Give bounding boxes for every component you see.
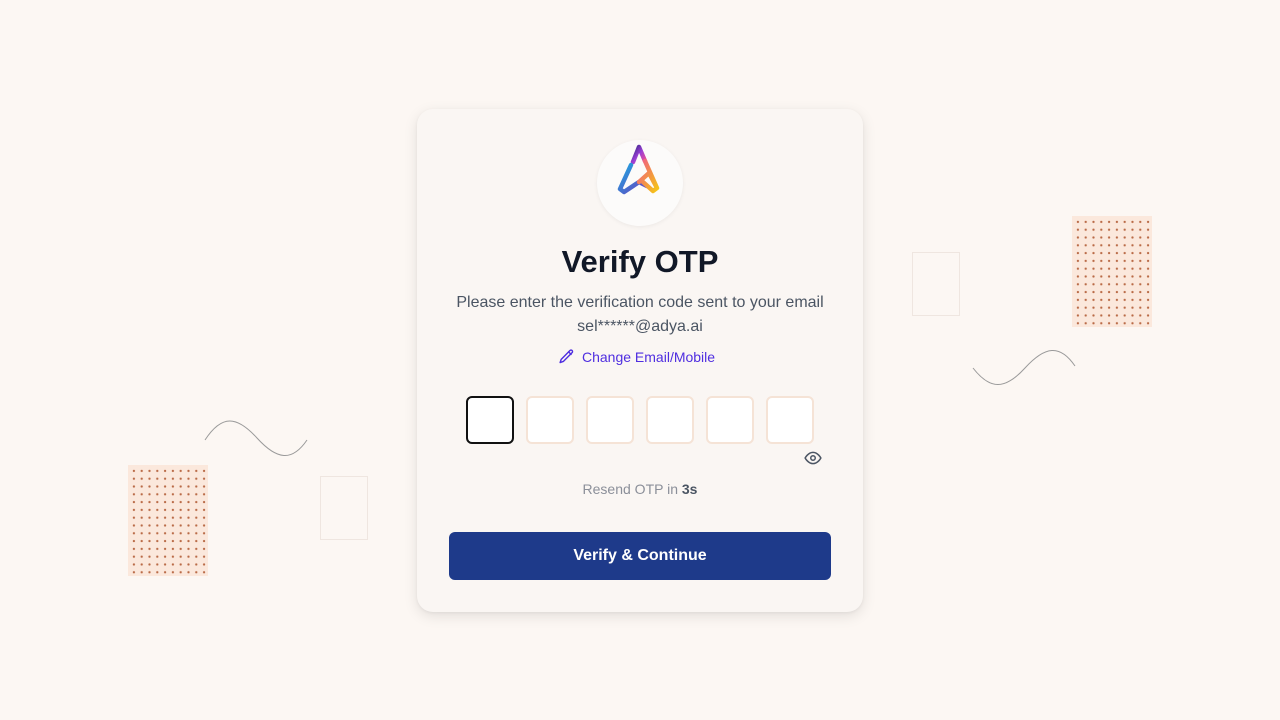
otp-digit-5[interactable]: [706, 396, 754, 444]
masked-email: sel******@adya.ai: [577, 318, 703, 335]
wave-line-right: [972, 350, 1076, 385]
otp-input-group: [466, 396, 814, 444]
resend-label: Resend OTP in: [582, 481, 678, 497]
page-title: Verify OTP: [561, 244, 719, 279]
otp-digit-3[interactable]: [586, 396, 634, 444]
otp-digit-1[interactable]: [466, 396, 514, 444]
eye-icon[interactable]: [803, 449, 823, 467]
change-link-label: Change Email/Mobile: [582, 348, 716, 365]
logo-badge: [597, 140, 683, 226]
outline-rectangle-right: [912, 252, 960, 316]
adya-logo-icon: [617, 144, 660, 195]
dot-pattern-right: [1072, 216, 1152, 327]
resend-otp-countdown: Resend OTP in 3s: [417, 481, 863, 497]
otp-digit-2[interactable]: [526, 396, 574, 444]
verify-continue-button[interactable]: Verify & Continue: [449, 532, 831, 580]
otp-digit-4[interactable]: [646, 396, 694, 444]
outline-rectangle-left: [320, 476, 368, 540]
change-email-mobile-link[interactable]: Change Email/Mobile: [558, 348, 715, 365]
dot-pattern-left: [128, 465, 208, 576]
resend-timer: 3s: [681, 481, 698, 497]
wave-line-left: [204, 420, 308, 456]
pencil-icon: [559, 349, 574, 364]
instruction-text: Please enter the verification code sent …: [456, 294, 824, 311]
verify-otp-card: Verify OTP Please enter the verification…: [417, 109, 863, 612]
otp-digit-6[interactable]: [766, 396, 814, 444]
